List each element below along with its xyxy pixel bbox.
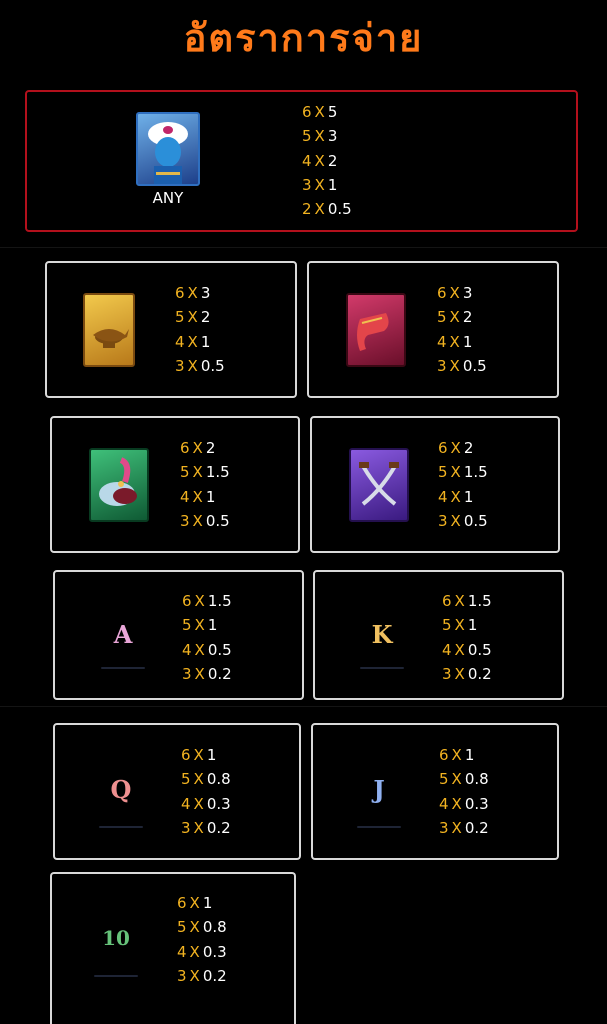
symbol-underline xyxy=(360,667,404,669)
pay-row: 5 X 1.5 xyxy=(180,463,230,482)
flying-carpet-icon xyxy=(346,293,406,367)
number-10-icon: 10 xyxy=(102,926,130,950)
letter-q-icon: Q xyxy=(110,775,132,804)
symbol-underline xyxy=(357,826,401,828)
divider xyxy=(0,706,607,707)
j-pay-list: 6X1 5 X 0.8 4 X 0.3 3 X 0.2 xyxy=(439,743,489,840)
pay-row: 3 X 0.2 xyxy=(177,966,227,985)
letter-a-icon: A xyxy=(113,620,133,649)
pay-row: 5X3 xyxy=(302,127,338,146)
pay-row: 6X2 xyxy=(180,439,216,457)
pay-row: 4 X 0.3 xyxy=(439,794,489,813)
ten-pay-list: 6X1 5 X 0.8 4 X 0.3 3 X 0.2 xyxy=(177,891,227,988)
k-paytable-card: K 6 X 1.5 5X1 4 X 0.5 3 X 0.2 xyxy=(313,570,564,700)
symbol-underline xyxy=(101,667,145,669)
letter-j-icon: J xyxy=(373,775,385,804)
pay-row: 4X1 xyxy=(437,332,473,351)
pay-row: 5X1 xyxy=(442,616,478,635)
wild-label: ANY xyxy=(152,189,184,207)
a-pay-list: 6 X 1.5 5X1 4 X 0.5 3 X 0.2 xyxy=(182,589,232,686)
pay-row: 3 X 0.5 xyxy=(175,356,225,375)
pay-row: 4 X 0.3 xyxy=(177,942,227,961)
carpet-pay-list: 6X3 5X2 4X1 3 X 0.5 xyxy=(437,281,487,378)
pay-row: 6X2 xyxy=(438,439,474,457)
lamp-pay-list: 6X3 5X2 4X1 3 X 0.5 xyxy=(175,281,225,378)
pay-row: 3 X 0.5 xyxy=(180,511,230,530)
daggers-pay-list: 6X2 5 X 1.5 4X1 3 X 0.5 xyxy=(438,436,488,533)
genie-icon xyxy=(136,112,200,186)
pay-row: 6X1 xyxy=(177,894,213,912)
wild-paytable-card: ANY 6X5 5X3 4X2 3X1 2 X 0.5 xyxy=(25,90,578,232)
pay-row: 5X2 xyxy=(175,308,211,327)
pay-row: 5 X 0.8 xyxy=(181,770,231,789)
page-title: อัตราการจ่าย xyxy=(183,16,424,60)
pay-row: 3 X 0.2 xyxy=(181,818,231,837)
pay-row: 6 X 1.5 xyxy=(182,592,232,610)
pay-row: 6X3 xyxy=(175,284,211,302)
pay-row: 4X1 xyxy=(175,332,211,351)
lamp-paytable-card: 6X3 5X2 4X1 3 X 0.5 xyxy=(45,261,297,398)
q-paytable-card: Q 6X1 5 X 0.8 4 X 0.3 3 X 0.2 xyxy=(53,723,301,860)
turban-paytable-card: 6X2 5 X 1.5 4X1 3 X 0.5 xyxy=(50,416,300,553)
j-paytable-card: J 6X1 5 X 0.8 4 X 0.3 3 X 0.2 xyxy=(311,723,559,860)
pay-row: 3 X 0.2 xyxy=(439,818,489,837)
turban-pay-list: 6X2 5 X 1.5 4X1 3 X 0.5 xyxy=(180,436,230,533)
pay-row: 4X1 xyxy=(180,487,216,506)
q-pay-list: 6X1 5 X 0.8 4 X 0.3 3 X 0.2 xyxy=(181,743,231,840)
divider xyxy=(0,247,607,248)
symbol-underline xyxy=(99,826,143,828)
ten-paytable-card: 10 6X1 5 X 0.8 4 X 0.3 3 X 0.2 xyxy=(50,872,296,1024)
pay-row: 5 X 0.8 xyxy=(439,770,489,789)
magic-lamp-icon xyxy=(83,293,135,367)
pay-row: 6X1 xyxy=(439,746,475,764)
pay-row: 4 X 0.5 xyxy=(182,640,232,659)
a-paytable-card: A 6 X 1.5 5X1 4 X 0.5 3 X 0.2 xyxy=(53,570,304,700)
pay-row: 5X1 xyxy=(182,616,218,635)
wild-pay-list: 6X5 5X3 4X2 3X1 2 X 0.5 xyxy=(302,100,352,221)
pay-row: 3 X 0.2 xyxy=(182,664,232,683)
pay-row: 4 X 0.3 xyxy=(181,794,231,813)
pay-row: 4 X 0.5 xyxy=(442,640,492,659)
carpet-paytable-card: 6X3 5X2 4X1 3 X 0.5 xyxy=(307,261,559,398)
pay-row: 5 X 1.5 xyxy=(438,463,488,482)
letter-k-icon: K xyxy=(371,620,393,649)
pay-row: 3X1 xyxy=(302,175,338,194)
pay-row: 5X2 xyxy=(437,308,473,327)
pay-row: 3 X 0.5 xyxy=(437,356,487,375)
feathered-turban-icon xyxy=(89,448,149,522)
pay-row: 6 X 1.5 xyxy=(442,592,492,610)
pay-row: 6X1 xyxy=(181,746,217,764)
pay-row: 6X3 xyxy=(437,284,473,302)
pay-row: 3 X 0.5 xyxy=(438,511,488,530)
symbol-underline xyxy=(94,975,138,977)
daggers-paytable-card: 6X2 5 X 1.5 4X1 3 X 0.5 xyxy=(310,416,560,553)
pay-row: 3 X 0.2 xyxy=(442,664,492,683)
pay-row: 4X2 xyxy=(302,151,338,170)
pay-row: 2 X 0.5 xyxy=(302,200,352,219)
pay-row: 6X5 xyxy=(302,103,338,121)
pay-row: 5 X 0.8 xyxy=(177,918,227,937)
pay-row: 4X1 xyxy=(438,487,474,506)
k-pay-list: 6 X 1.5 5X1 4 X 0.5 3 X 0.2 xyxy=(442,589,492,686)
crossed-daggers-icon xyxy=(349,448,409,522)
